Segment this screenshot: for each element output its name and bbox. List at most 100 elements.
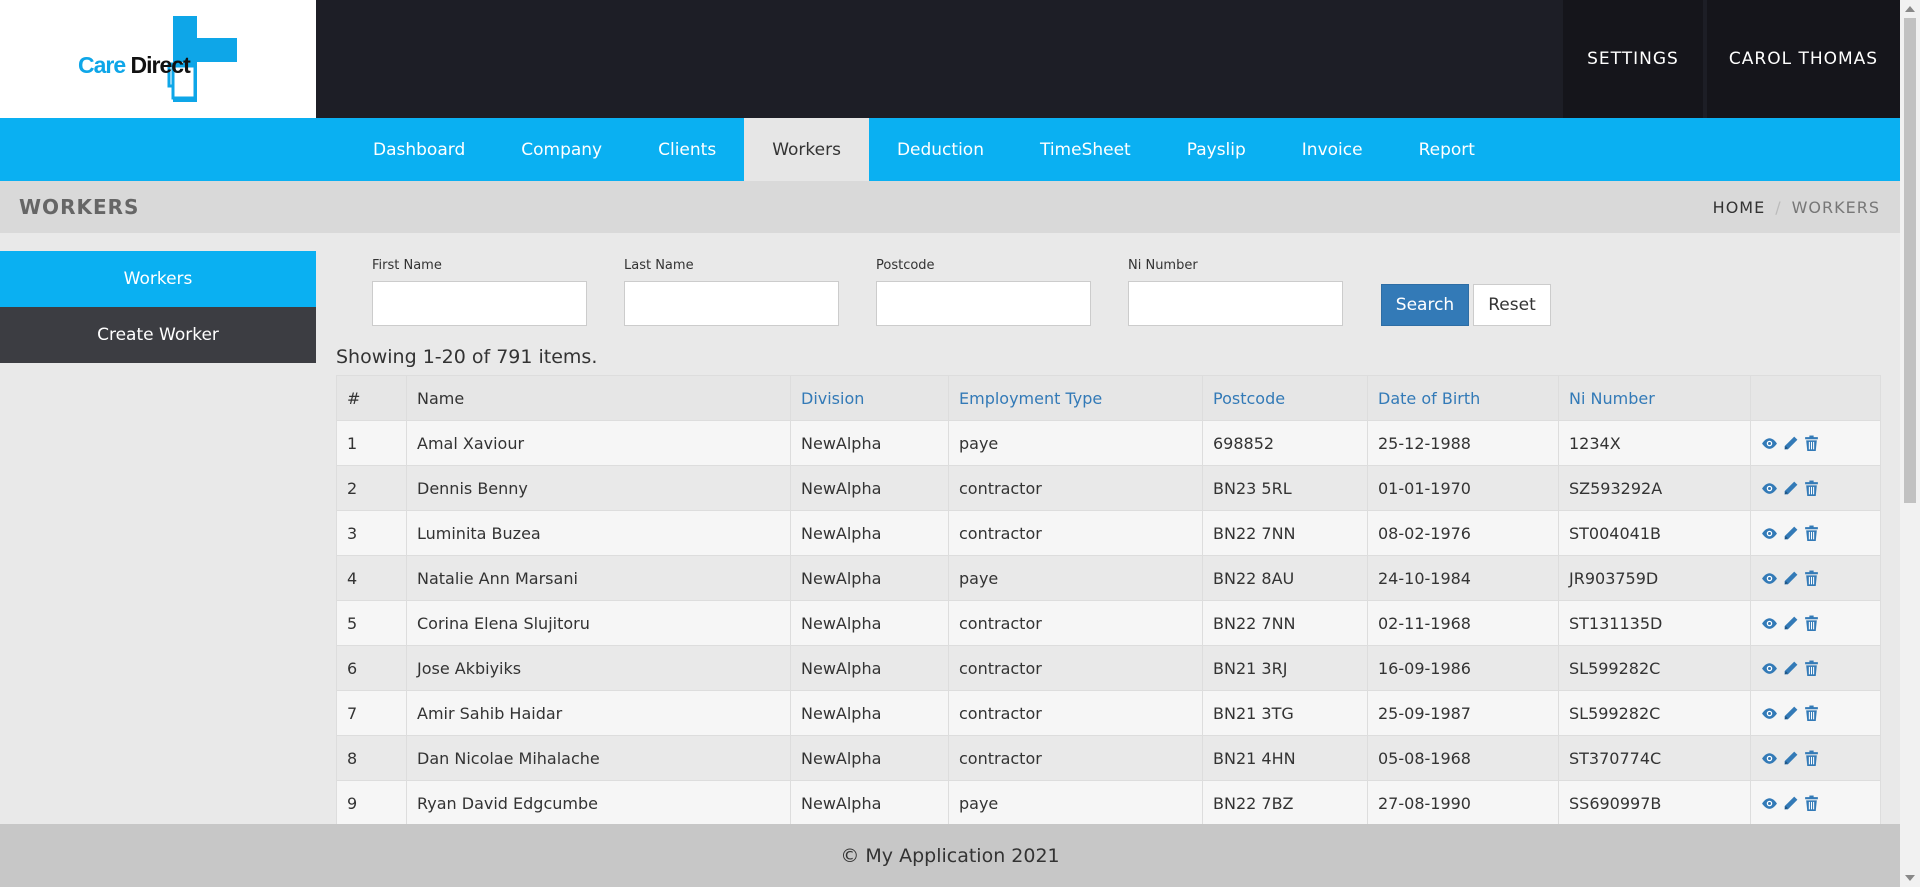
cell-index: 7 <box>336 690 407 736</box>
scroll-up-arrow-icon[interactable] <box>1905 6 1915 12</box>
pencil-icon[interactable] <box>1782 615 1799 632</box>
eye-icon[interactable] <box>1761 705 1778 722</box>
table-row: 3 Luminita Buzea NewAlpha contractor BN22 7N… <box>336 510 1881 556</box>
row-actions <box>1761 525 1870 542</box>
cell-employment-type: contractor <box>948 510 1203 556</box>
nav-items: Dashboard Company Clients Workers Deduction T… <box>345 118 1503 181</box>
pencil-icon[interactable] <box>1782 570 1799 587</box>
eye-icon[interactable] <box>1761 570 1778 587</box>
cell-division: NewAlpha <box>790 555 949 601</box>
reset-button[interactable]: Reset <box>1473 284 1551 326</box>
cell-name: Amal Xaviour <box>406 420 791 466</box>
trash-icon[interactable] <box>1803 705 1820 722</box>
cell-employment-type: contractor <box>948 645 1203 691</box>
pencil-icon[interactable] <box>1782 525 1799 542</box>
eye-icon[interactable] <box>1761 435 1778 452</box>
cell-employment-type: paye <box>948 555 1203 601</box>
cell-ni-number: SZ593292A <box>1558 465 1751 511</box>
trash-icon[interactable] <box>1803 795 1820 812</box>
cell-division: NewAlpha <box>790 690 949 736</box>
col-header-division[interactable]: Division <box>790 375 949 421</box>
col-header-employment-type[interactable]: Employment Type <box>948 375 1203 421</box>
pencil-icon[interactable] <box>1782 795 1799 812</box>
eye-icon[interactable] <box>1761 480 1778 497</box>
cell-actions <box>1750 780 1881 826</box>
cell-division: NewAlpha <box>790 600 949 646</box>
pencil-icon[interactable] <box>1782 705 1799 722</box>
cell-ni-number: 1234X <box>1558 420 1751 466</box>
trash-icon[interactable] <box>1803 750 1820 767</box>
ni-number-label: Ni Number <box>1128 258 1198 273</box>
eye-icon[interactable] <box>1761 660 1778 677</box>
scrollbar-thumb[interactable] <box>1904 18 1916 503</box>
cell-actions <box>1750 465 1881 511</box>
cell-date-of-birth: 25-12-1988 <box>1367 420 1559 466</box>
first-name-label: First Name <box>372 258 442 273</box>
trash-icon[interactable] <box>1803 570 1820 587</box>
pencil-icon[interactable] <box>1782 435 1799 452</box>
nav-item-deduction[interactable]: Deduction <box>869 118 1012 181</box>
cell-postcode: BN21 3TG <box>1202 690 1368 736</box>
pencil-icon[interactable] <box>1782 480 1799 497</box>
col-header-postcode[interactable]: Postcode <box>1202 375 1368 421</box>
cell-employment-type: contractor <box>948 600 1203 646</box>
user-menu-link[interactable]: CAROL THOMAS <box>1707 0 1900 118</box>
nav-item-report[interactable]: Report <box>1391 118 1503 181</box>
ni-number-input[interactable] <box>1128 281 1343 326</box>
table-row: 2 Dennis Benny NewAlpha contractor BN23 5RL 0… <box>336 465 1881 511</box>
cell-postcode: BN23 5RL <box>1202 465 1368 511</box>
trash-icon[interactable] <box>1803 525 1820 542</box>
pencil-icon[interactable] <box>1782 750 1799 767</box>
cell-actions <box>1750 735 1881 781</box>
search-filters: First Name Last Name Postcode Ni Number … <box>372 258 1551 326</box>
trash-icon[interactable] <box>1803 435 1820 452</box>
nav-item-clients[interactable]: Clients <box>630 118 744 181</box>
nav-item-timesheet[interactable]: TimeSheet <box>1012 118 1159 181</box>
table-row: 1 Amal Xaviour NewAlpha paye 698852 25-12-198… <box>336 420 1881 466</box>
breadcrumb-current: WORKERS <box>1791 198 1880 217</box>
postcode-input[interactable] <box>876 281 1091 326</box>
page-scrollbar[interactable] <box>1900 0 1920 887</box>
cell-employment-type: paye <box>948 420 1203 466</box>
cell-index: 9 <box>336 780 407 826</box>
nav-item-company[interactable]: Company <box>493 118 630 181</box>
breadcrumb-home[interactable]: HOME <box>1713 198 1766 217</box>
sidebar-item-workers[interactable]: Workers <box>0 251 316 307</box>
eye-icon[interactable] <box>1761 525 1778 542</box>
row-actions <box>1761 795 1870 812</box>
nav-item-invoice[interactable]: Invoice <box>1274 118 1391 181</box>
last-name-input[interactable] <box>624 281 839 326</box>
col-header-ni-number[interactable]: Ni Number <box>1558 375 1751 421</box>
cell-date-of-birth: 24-10-1984 <box>1367 555 1559 601</box>
trash-icon[interactable] <box>1803 480 1820 497</box>
eye-icon[interactable] <box>1761 750 1778 767</box>
trash-icon[interactable] <box>1803 615 1820 632</box>
scroll-down-arrow-icon[interactable] <box>1905 875 1915 881</box>
col-header-date-of-birth[interactable]: Date of Birth <box>1367 375 1559 421</box>
cell-actions <box>1750 420 1881 466</box>
pencil-icon[interactable] <box>1782 660 1799 677</box>
row-actions <box>1761 435 1870 452</box>
cell-ni-number: ST004041B <box>1558 510 1751 556</box>
settings-link[interactable]: SETTINGS <box>1563 0 1703 118</box>
cell-date-of-birth: 02-11-1968 <box>1367 600 1559 646</box>
first-name-input[interactable] <box>372 281 587 326</box>
sidebar-item-create-worker[interactable]: Create Worker <box>0 307 316 363</box>
logo[interactable]: Care Direct <box>0 0 316 118</box>
footer: © My Application 2021 <box>0 824 1900 887</box>
cell-date-of-birth: 27-08-1990 <box>1367 780 1559 826</box>
eye-icon[interactable] <box>1761 795 1778 812</box>
filter-buttons: Search Reset <box>1381 258 1551 326</box>
table-header-row: # Name Division Employment Type Postcode… <box>336 375 1881 421</box>
cell-name: Amir Sahib Haidar <box>406 690 791 736</box>
cell-name: Dennis Benny <box>406 465 791 511</box>
breadcrumb: HOME / WORKERS <box>1713 198 1880 217</box>
nav-item-dashboard[interactable]: Dashboard <box>345 118 493 181</box>
trash-icon[interactable] <box>1803 660 1820 677</box>
cell-division: NewAlpha <box>790 780 949 826</box>
search-button[interactable]: Search <box>1381 284 1469 326</box>
eye-icon[interactable] <box>1761 615 1778 632</box>
nav-item-workers[interactable]: Workers <box>744 118 869 181</box>
nav-item-payslip[interactable]: Payslip <box>1159 118 1274 181</box>
cell-name: Ryan David Edgcumbe <box>406 780 791 826</box>
